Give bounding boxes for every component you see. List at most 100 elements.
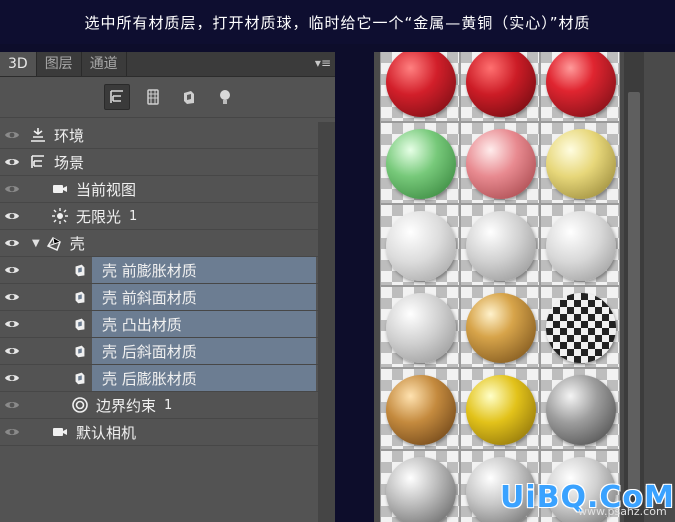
tab-layers[interactable]: 图层 xyxy=(37,52,82,76)
layer-label: 环境 xyxy=(54,126,85,145)
layer-label: 壳 xyxy=(69,234,85,253)
layer-list-scrollbar[interactable] xyxy=(318,122,335,522)
layer-row[interactable]: 壳 后膨胀材质 xyxy=(0,365,318,392)
material-swatch[interactable] xyxy=(460,286,540,368)
material-picker-scroll-thumb[interactable] xyxy=(628,92,640,492)
layer-label: 默认相机 xyxy=(76,423,137,442)
scene-filter-icon xyxy=(110,90,123,103)
material-ball-preview xyxy=(546,52,616,117)
visibility-eye-icon[interactable] xyxy=(0,149,24,175)
material-swatch[interactable] xyxy=(540,52,620,122)
layer-row[interactable]: 壳 后斜面材质 xyxy=(0,338,318,365)
layer-content[interactable]: 边界约束 1 xyxy=(70,392,172,418)
layer-row[interactable]: 无限光 1 xyxy=(0,203,318,230)
environment-icon xyxy=(28,125,48,145)
visibility-eye-icon[interactable] xyxy=(0,338,24,364)
layer-content[interactable]: 壳 前膨胀材质 xyxy=(75,257,316,283)
material-swatch[interactable] xyxy=(540,122,620,204)
material-swatch[interactable] xyxy=(460,52,540,122)
mesh-icon xyxy=(44,233,64,253)
tutorial-caption: 选中所有材质层，打开材质球，临时给它一个“金属—黄铜（实心）”材质 xyxy=(0,0,675,44)
material-swatch[interactable] xyxy=(460,204,540,286)
filter-toolbar xyxy=(0,77,335,118)
material-swatch[interactable] xyxy=(380,52,460,122)
mesh-filter-button[interactable] xyxy=(140,84,166,110)
material-swatch[interactable] xyxy=(380,286,460,368)
visibility-eye-icon[interactable] xyxy=(0,122,24,148)
layer-content[interactable]: 壳 前斜面材质 xyxy=(75,284,316,310)
material-ball-preview xyxy=(386,129,456,199)
material-swatch[interactable] xyxy=(540,368,620,450)
layer-content[interactable]: 默认相机 xyxy=(50,419,136,445)
layer-label: 无限光 xyxy=(76,207,122,226)
material-ball-preview xyxy=(386,457,456,522)
material-ball-preview xyxy=(466,52,536,117)
scene-filter-button[interactable] xyxy=(104,84,130,110)
panel-tab-bar: 3D 图层 通道 ▾≡ xyxy=(0,52,335,77)
visibility-eye-icon[interactable] xyxy=(0,392,24,418)
material-ball-preview xyxy=(466,375,536,445)
material-ball-preview xyxy=(466,293,536,363)
material-picker-scrollbar[interactable] xyxy=(624,52,644,522)
material-icon xyxy=(70,314,90,334)
layer-row[interactable]: 场景 xyxy=(0,149,318,176)
layer-content[interactable]: 壳 后膨胀材质 xyxy=(75,365,316,391)
material-swatch[interactable] xyxy=(540,204,620,286)
material-icon xyxy=(70,260,90,280)
layer-list: 环境 场景 当前视图 无限光 1 ▼ 壳壳 前膨胀材质壳 前斜面材质壳 凸出材质壳 后斜面材… xyxy=(0,122,318,446)
layer-row[interactable]: 当前视图 xyxy=(0,176,318,203)
layer-row[interactable]: 默认相机 xyxy=(0,419,318,446)
3d-panel: 3D 图层 通道 ▾≡ 环境 场景 当前视图 无限光 1 ▼ 壳 壳 前膨胀材质… xyxy=(0,52,335,522)
visibility-eye-icon[interactable] xyxy=(0,311,24,337)
visibility-eye-icon[interactable] xyxy=(0,419,24,445)
material-swatch[interactable] xyxy=(380,204,460,286)
camera-icon xyxy=(50,179,70,199)
layer-content[interactable]: 场景 xyxy=(28,149,84,175)
layer-content[interactable]: 壳 后斜面材质 xyxy=(75,338,316,364)
material-swatch[interactable] xyxy=(460,368,540,450)
material-ball-preview xyxy=(386,211,456,281)
layer-content[interactable]: 壳 凸出材质 xyxy=(75,311,316,337)
tab-channels[interactable]: 通道 xyxy=(82,52,127,76)
material-swatch[interactable] xyxy=(460,122,540,204)
visibility-eye-icon[interactable] xyxy=(0,257,24,283)
scene-icon xyxy=(28,152,48,172)
constraint-icon xyxy=(70,395,90,415)
visibility-eye-icon[interactable] xyxy=(0,176,24,202)
material-ball-preview xyxy=(386,375,456,445)
material-icon xyxy=(70,287,90,307)
visibility-eye-icon[interactable] xyxy=(0,230,24,256)
layer-content[interactable]: ▼ 壳 xyxy=(32,230,85,256)
material-swatch[interactable] xyxy=(380,122,460,204)
material-ball-preview xyxy=(386,293,456,363)
material-swatch[interactable] xyxy=(540,286,620,368)
layer-row[interactable]: 边界约束 1 xyxy=(0,392,318,419)
layer-content[interactable]: 当前视图 xyxy=(50,176,136,202)
layer-content[interactable]: 环境 xyxy=(28,122,84,148)
layer-row[interactable]: 壳 前膨胀材质 xyxy=(0,257,318,284)
layer-row[interactable]: 壳 前斜面材质 xyxy=(0,284,318,311)
tab-3d[interactable]: 3D xyxy=(0,52,37,76)
layer-count: 1 xyxy=(129,208,138,224)
material-swatch[interactable] xyxy=(380,450,460,522)
material-ball-preview xyxy=(546,129,616,199)
visibility-eye-icon[interactable] xyxy=(0,203,24,229)
light-filter-button[interactable] xyxy=(212,84,238,110)
expand-arrow-icon[interactable]: ▼ xyxy=(32,238,40,249)
material-filter-icon xyxy=(184,91,194,104)
layer-content[interactable]: 无限光 1 xyxy=(50,203,137,229)
material-filter-button[interactable] xyxy=(176,84,202,110)
layer-label: 当前视图 xyxy=(76,180,137,199)
visibility-eye-icon[interactable] xyxy=(0,365,24,391)
layer-label: 壳 后斜面材质 xyxy=(102,342,197,361)
panel-menu-icon[interactable]: ▾≡ xyxy=(315,55,331,71)
visibility-eye-icon[interactable] xyxy=(0,284,24,310)
layer-row[interactable]: 壳 凸出材质 xyxy=(0,311,318,338)
material-swatch[interactable] xyxy=(380,368,460,450)
infinite-light-icon xyxy=(50,206,70,226)
layer-row[interactable]: 环境 xyxy=(0,122,318,149)
mesh-filter-icon xyxy=(147,89,159,105)
layer-row[interactable]: ▼ 壳 xyxy=(0,230,318,257)
light-filter-icon xyxy=(220,90,230,104)
layer-count: 1 xyxy=(164,397,173,413)
